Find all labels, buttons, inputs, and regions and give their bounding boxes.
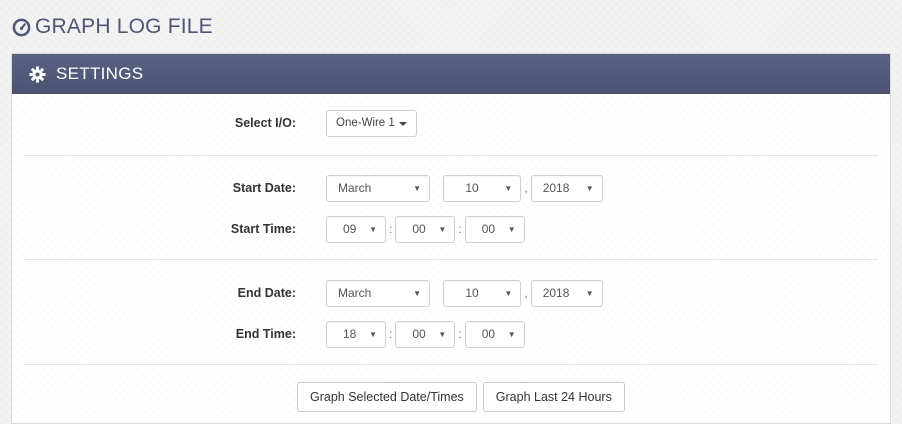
page-header: GRAPH LOG FILE [12,10,213,44]
start-month-value: March [338,181,372,195]
time-separator: : [458,222,462,236]
end-day-select[interactable]: 10 ▼ [443,279,522,307]
start-year-value: 2018 [542,181,570,195]
start-time-label: Start Time: [230,222,296,236]
time-separator: : [389,222,393,236]
start-second-value: 00 [481,222,496,236]
chevron-down-icon: ▼ [507,329,516,339]
end-second-select[interactable]: 00 ▼ [464,320,525,348]
divider [24,155,878,156]
graph-selected-button[interactable]: Graph Selected Date/Times [297,382,477,412]
chevron-down-icon: ▼ [507,224,516,234]
divider [24,364,878,365]
time-separator: : [458,327,462,341]
chevron-down-icon: ▼ [438,329,447,339]
io-row: Select I/O: One-Wire 1 [12,108,890,138]
panel-title: SETTINGS [56,64,144,83]
page-title: GRAPH LOG FILE [35,15,213,38]
start-second-select[interactable]: 00 ▼ [464,215,525,243]
io-label: Select I/O: [234,116,296,130]
chevron-down-icon: ▼ [369,224,377,234]
io-value: One-Wire 1 [336,117,395,129]
end-date-label: End Date: [237,286,296,300]
end-time-label: End Time: [235,327,296,341]
chevron-down-icon: ▼ [504,288,513,298]
caret-down-icon [398,121,407,126]
start-minute-value: 00 [412,222,426,236]
start-month-select[interactable]: March ▼ [326,174,430,202]
start-time-row: Start Time: 09 ▼ : 00 ▼ : 00 ▼ [12,215,890,243]
start-date-row: Start Date: March ▼ , 10 ▼ , 2018 ▼ [12,174,890,202]
start-date-label: Start Date: [232,181,296,195]
chevron-down-icon: ▼ [413,183,421,193]
start-day-value: 10 [465,181,479,195]
start-day-select[interactable]: 10 ▼ [443,174,522,202]
chevron-down-icon: ▼ [413,288,421,298]
graph-last-24-button[interactable]: Graph Last 24 Hours [482,382,625,412]
end-year-value: 2018 [542,286,570,300]
start-hour-value: 09 [343,222,357,236]
start-hour-select[interactable]: 09 ▼ [326,215,386,243]
end-month-select[interactable]: March ▼ [326,279,430,307]
end-day-value: 10 [465,286,479,300]
divider [24,259,878,260]
end-month-value: March [338,286,372,300]
end-hour-select[interactable]: 18 ▼ [326,320,386,348]
date-separator: , [524,181,528,195]
chevron-down-icon: ▼ [438,224,447,234]
chevron-down-icon: ▼ [369,329,377,339]
end-year-select[interactable]: 2018 ▼ [530,279,603,307]
date-separator: , [524,286,528,300]
io-dropdown[interactable]: One-Wire 1 [326,109,417,137]
end-minute-select[interactable]: 00 ▼ [395,320,456,348]
start-year-select[interactable]: 2018 ▼ [530,174,603,202]
chevron-down-icon: ▼ [585,288,594,298]
end-second-value: 00 [481,327,496,341]
end-hour-value: 18 [343,327,357,341]
gauge-icon [12,18,31,36]
chevron-down-icon: ▼ [504,183,513,193]
actions-row: Graph Selected Date/Times Graph Last 24 … [12,382,890,412]
end-time-row: End Time: 18 ▼ : 00 ▼ : 00 ▼ [12,320,890,348]
panel-heading: SETTINGS [12,54,890,94]
settings-panel: SETTINGS Select I/O: One-Wire 1 Start Da… [11,53,891,424]
gear-icon [29,65,46,83]
start-minute-select[interactable]: 00 ▼ [395,215,456,243]
chevron-down-icon: ▼ [585,183,594,193]
end-date-row: End Date: March ▼ , 10 ▼ , 2018 ▼ [12,279,890,307]
time-separator: : [389,327,393,341]
end-minute-value: 00 [412,327,426,341]
